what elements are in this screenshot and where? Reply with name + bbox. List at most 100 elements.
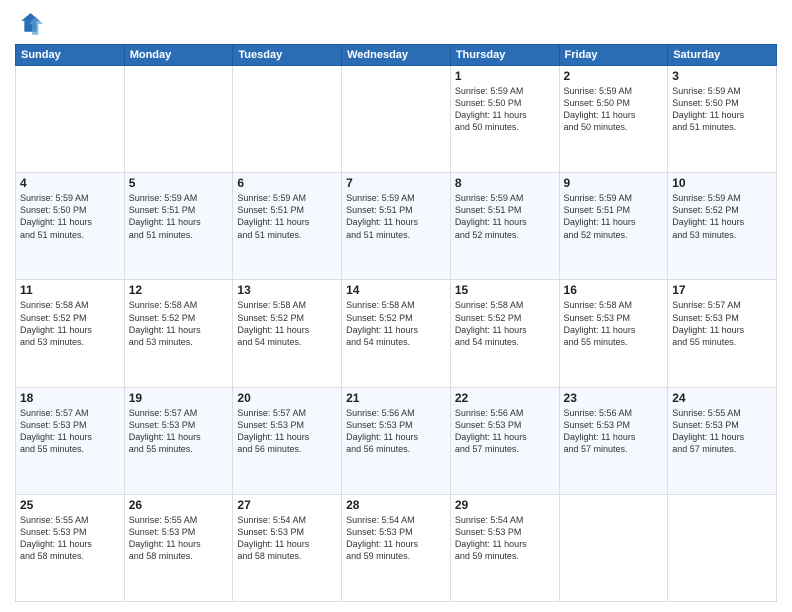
calendar-cell: 26 Sunrise: 5:55 AM Sunset: 5:53 PM Dayli… (124, 494, 233, 601)
day-number: 12 (129, 283, 229, 297)
day-number: 17 (672, 283, 772, 297)
day-info: Sunrise: 5:59 AM Sunset: 5:51 PM Dayligh… (346, 192, 446, 241)
calendar-cell: 5 Sunrise: 5:59 AM Sunset: 5:51 PM Daylig… (124, 173, 233, 280)
calendar-cell: 13 Sunrise: 5:58 AM Sunset: 5:52 PM Dayli… (233, 280, 342, 387)
calendar-cell: 11 Sunrise: 5:58 AM Sunset: 5:52 PM Dayli… (16, 280, 125, 387)
day-info: Sunrise: 5:58 AM Sunset: 5:52 PM Dayligh… (129, 299, 229, 348)
calendar-cell: 16 Sunrise: 5:58 AM Sunset: 5:53 PM Dayli… (559, 280, 668, 387)
day-header-tuesday: Tuesday (233, 45, 342, 66)
day-number: 4 (20, 176, 120, 190)
calendar-cell: 18 Sunrise: 5:57 AM Sunset: 5:53 PM Dayli… (16, 387, 125, 494)
day-info: Sunrise: 5:57 AM Sunset: 5:53 PM Dayligh… (129, 407, 229, 456)
day-info: Sunrise: 5:56 AM Sunset: 5:53 PM Dayligh… (564, 407, 664, 456)
header-row: SundayMondayTuesdayWednesdayThursdayFrid… (16, 45, 777, 66)
calendar-cell (342, 66, 451, 173)
day-info: Sunrise: 5:58 AM Sunset: 5:53 PM Dayligh… (564, 299, 664, 348)
day-info: Sunrise: 5:58 AM Sunset: 5:52 PM Dayligh… (346, 299, 446, 348)
day-number: 18 (20, 391, 120, 405)
day-number: 8 (455, 176, 555, 190)
day-info: Sunrise: 5:56 AM Sunset: 5:53 PM Dayligh… (346, 407, 446, 456)
day-number: 24 (672, 391, 772, 405)
day-header-friday: Friday (559, 45, 668, 66)
calendar-cell: 4 Sunrise: 5:59 AM Sunset: 5:50 PM Daylig… (16, 173, 125, 280)
day-info: Sunrise: 5:59 AM Sunset: 5:51 PM Dayligh… (564, 192, 664, 241)
page: SundayMondayTuesdayWednesdayThursdayFrid… (0, 0, 792, 612)
calendar-cell: 1Sunrise: 5:59 AM Sunset: 5:50 PM Daylig… (450, 66, 559, 173)
day-number: 7 (346, 176, 446, 190)
day-info: Sunrise: 5:59 AM Sunset: 5:52 PM Dayligh… (672, 192, 772, 241)
day-header-thursday: Thursday (450, 45, 559, 66)
day-header-monday: Monday (124, 45, 233, 66)
day-number: 23 (564, 391, 664, 405)
day-info: Sunrise: 5:54 AM Sunset: 5:53 PM Dayligh… (237, 514, 337, 563)
day-number: 21 (346, 391, 446, 405)
day-number: 19 (129, 391, 229, 405)
calendar-cell: 19 Sunrise: 5:57 AM Sunset: 5:53 PM Dayli… (124, 387, 233, 494)
calendar-cell: 20 Sunrise: 5:57 AM Sunset: 5:53 PM Dayli… (233, 387, 342, 494)
calendar-cell: 15 Sunrise: 5:58 AM Sunset: 5:52 PM Dayli… (450, 280, 559, 387)
day-header-wednesday: Wednesday (342, 45, 451, 66)
day-number: 27 (237, 498, 337, 512)
week-row-1: 4 Sunrise: 5:59 AM Sunset: 5:50 PM Daylig… (16, 173, 777, 280)
day-number: 15 (455, 283, 555, 297)
day-info: Sunrise: 5:57 AM Sunset: 5:53 PM Dayligh… (672, 299, 772, 348)
day-number: 1 (455, 69, 555, 83)
calendar-cell: 7 Sunrise: 5:59 AM Sunset: 5:51 PM Daylig… (342, 173, 451, 280)
day-number: 3 (672, 69, 772, 83)
day-number: 25 (20, 498, 120, 512)
day-info: Sunrise: 5:59 AM Sunset: 5:50 PM Dayligh… (672, 85, 772, 134)
day-info: Sunrise: 5:59 AM Sunset: 5:51 PM Dayligh… (237, 192, 337, 241)
day-info: Sunrise: 5:57 AM Sunset: 5:53 PM Dayligh… (20, 407, 120, 456)
calendar-cell: 28 Sunrise: 5:54 AM Sunset: 5:53 PM Dayli… (342, 494, 451, 601)
week-row-4: 25 Sunrise: 5:55 AM Sunset: 5:53 PM Dayli… (16, 494, 777, 601)
day-number: 29 (455, 498, 555, 512)
header (15, 10, 777, 38)
calendar-cell: 29 Sunrise: 5:54 AM Sunset: 5:53 PM Dayli… (450, 494, 559, 601)
day-info: Sunrise: 5:57 AM Sunset: 5:53 PM Dayligh… (237, 407, 337, 456)
day-number: 11 (20, 283, 120, 297)
calendar-cell: 14Sunrise: 5:58 AM Sunset: 5:52 PM Dayli… (342, 280, 451, 387)
day-number: 20 (237, 391, 337, 405)
calendar-cell: 22 Sunrise: 5:56 AM Sunset: 5:53 PM Dayli… (450, 387, 559, 494)
calendar-cell: 25Sunrise: 5:55 AM Sunset: 5:53 PM Dayli… (16, 494, 125, 601)
calendar-cell: 2 Sunrise: 5:59 AM Sunset: 5:50 PM Daylig… (559, 66, 668, 173)
calendar-cell: 9 Sunrise: 5:59 AM Sunset: 5:51 PM Daylig… (559, 173, 668, 280)
calendar-cell: 23 Sunrise: 5:56 AM Sunset: 5:53 PM Dayli… (559, 387, 668, 494)
day-info: Sunrise: 5:59 AM Sunset: 5:50 PM Dayligh… (564, 85, 664, 134)
day-number: 13 (237, 283, 337, 297)
day-info: Sunrise: 5:58 AM Sunset: 5:52 PM Dayligh… (237, 299, 337, 348)
calendar-cell: 27 Sunrise: 5:54 AM Sunset: 5:53 PM Dayli… (233, 494, 342, 601)
day-info: Sunrise: 5:59 AM Sunset: 5:51 PM Dayligh… (455, 192, 555, 241)
day-info: Sunrise: 5:54 AM Sunset: 5:53 PM Dayligh… (346, 514, 446, 563)
logo-icon (15, 10, 43, 38)
day-info: Sunrise: 5:56 AM Sunset: 5:53 PM Dayligh… (455, 407, 555, 456)
day-number: 6 (237, 176, 337, 190)
day-info: Sunrise: 5:55 AM Sunset: 5:53 PM Dayligh… (129, 514, 229, 563)
day-info: Sunrise: 5:58 AM Sunset: 5:52 PM Dayligh… (20, 299, 120, 348)
week-row-2: 11 Sunrise: 5:58 AM Sunset: 5:52 PM Dayli… (16, 280, 777, 387)
day-number: 22 (455, 391, 555, 405)
logo (15, 10, 47, 38)
week-row-0: 1 Sunrise: 5:59 AM Sunset: 5:50 PM Daylig… (16, 66, 777, 173)
calendar-cell: 21 Sunrise: 5:56 AM Sunset: 5:53 PM Dayli… (342, 387, 451, 494)
day-header-saturday: Saturday (668, 45, 777, 66)
calendar-table: SundayMondayTuesdayWednesdayThursdayFrid… (15, 44, 777, 602)
day-number: 28 (346, 498, 446, 512)
day-info: Sunrise: 5:58 AM Sunset: 5:52 PM Dayligh… (455, 299, 555, 348)
day-info: Sunrise: 5:59 AM Sunset: 5:50 PM Dayligh… (20, 192, 120, 241)
calendar-cell: 10 Sunrise: 5:59 AM Sunset: 5:52 PM Dayli… (668, 173, 777, 280)
day-header-sunday: Sunday (16, 45, 125, 66)
day-info: Sunrise: 5:55 AM Sunset: 5:53 PM Dayligh… (672, 407, 772, 456)
day-number: 26 (129, 498, 229, 512)
day-number: 10 (672, 176, 772, 190)
day-info: Sunrise: 5:59 AM Sunset: 5:51 PM Dayligh… (129, 192, 229, 241)
day-info: Sunrise: 5:54 AM Sunset: 5:53 PM Dayligh… (455, 514, 555, 563)
day-number: 2 (564, 69, 664, 83)
day-number: 16 (564, 283, 664, 297)
day-number: 9 (564, 176, 664, 190)
calendar-cell: 8 Sunrise: 5:59 AM Sunset: 5:51 PM Daylig… (450, 173, 559, 280)
day-number: 5 (129, 176, 229, 190)
calendar-cell (124, 66, 233, 173)
calendar-cell (16, 66, 125, 173)
calendar-cell (233, 66, 342, 173)
